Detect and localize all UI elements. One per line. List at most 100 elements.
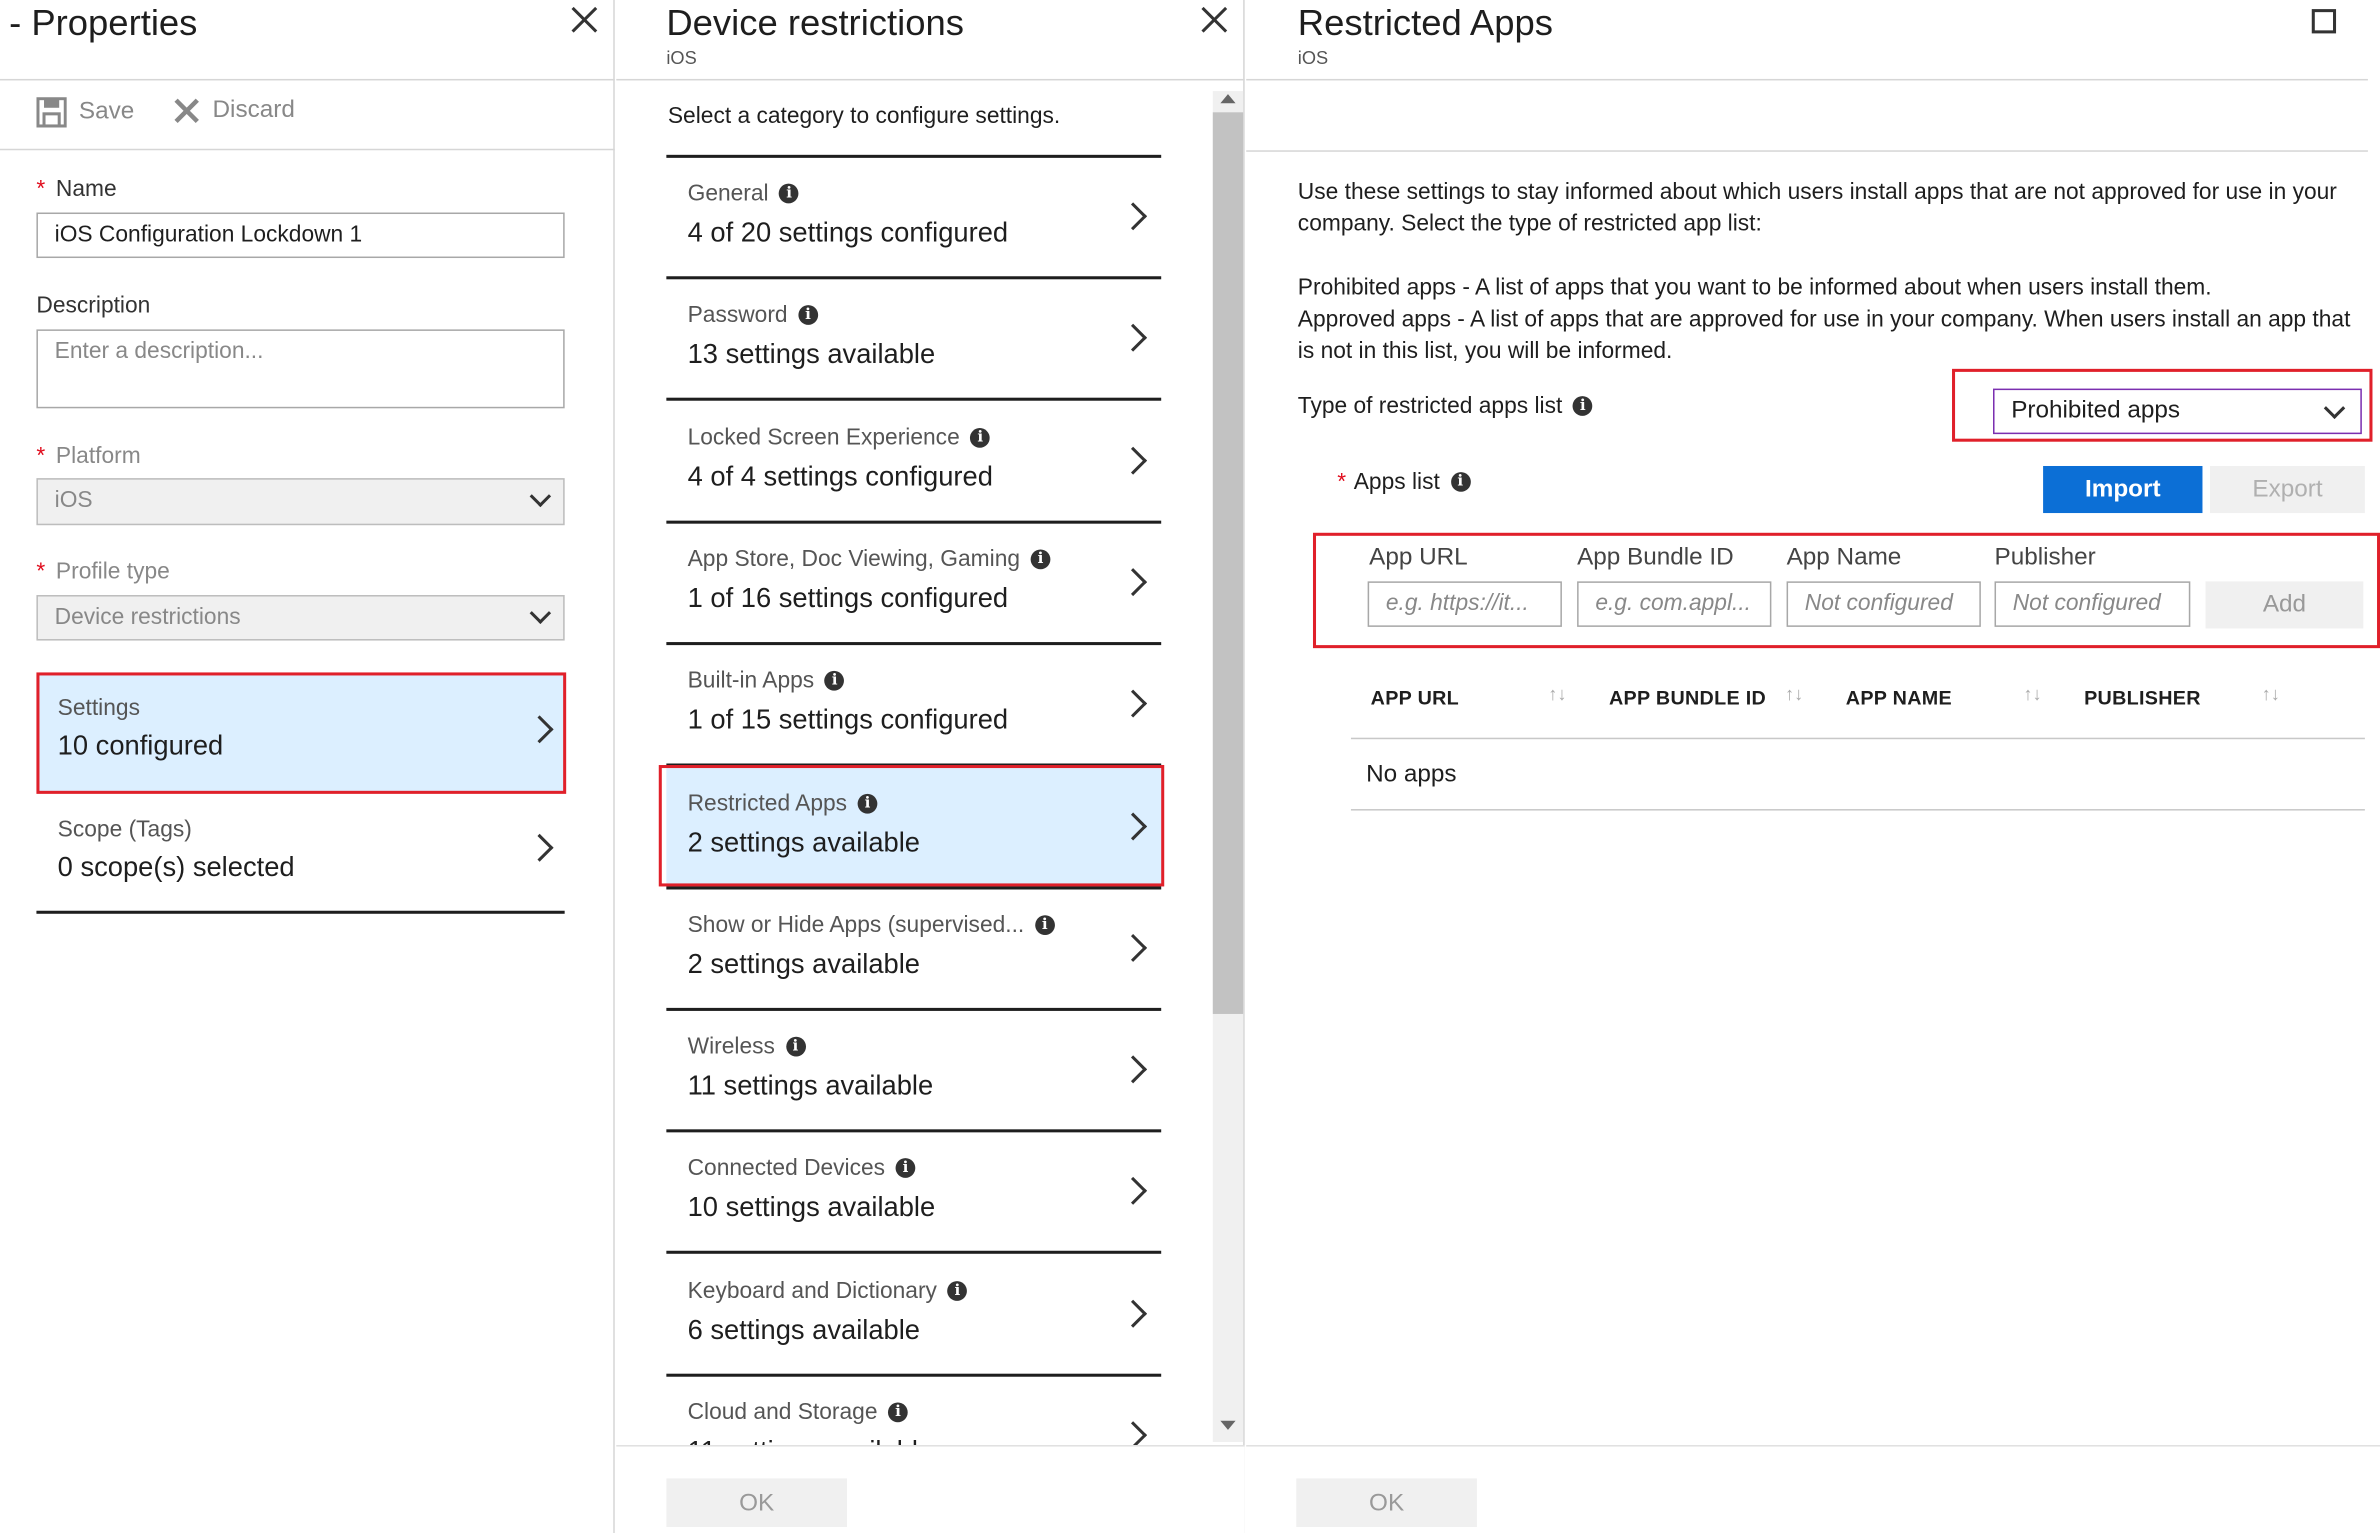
info-icon: i: [824, 671, 845, 691]
scroll-down-icon[interactable]: [1220, 1420, 1236, 1430]
profile-type-value: Device restrictions: [54, 604, 241, 630]
platform-value: iOS: [54, 487, 93, 514]
scroll-up-icon[interactable]: [1220, 94, 1236, 104]
info-icon: i: [798, 305, 818, 326]
category-status: 10 settings available: [687, 1192, 936, 1223]
category-item[interactable]: Built-in Apps i 1 of 15 settings configure…: [666, 645, 1162, 767]
category-name: Cloud and Storage i: [688, 1400, 908, 1425]
save-label: Save: [78, 98, 135, 125]
import-button[interactable]: Import: [2043, 465, 2203, 514]
intro-text: Use these settings to stay informed abou…: [1297, 179, 2337, 237]
ok-button[interactable]: OK: [666, 1478, 847, 1528]
maximize-icon[interactable]: [2311, 9, 2337, 34]
sort-icon[interactable]: ↑↓: [2262, 683, 2280, 704]
chevron-right-icon: [1119, 1299, 1148, 1328]
close-icon[interactable]: [568, 3, 601, 36]
column-header-publisher[interactable]: PUBLISHER: [2084, 686, 2201, 709]
scope-nav-item[interactable]: Scope (Tags) 0 scope(s) selected: [36, 797, 565, 914]
scrollbar-thumb[interactable]: [1212, 112, 1244, 1014]
category-status: 4 of 20 settings configured: [687, 217, 1009, 248]
chevron-right-icon: [1119, 689, 1148, 718]
category-item[interactable]: Wireless i 11 settings available: [666, 1011, 1162, 1133]
type-label: Type of restricted apps list i: [1298, 393, 1593, 419]
description-field[interactable]: Enter a description...: [36, 329, 565, 409]
highlight-box: [1952, 368, 2373, 442]
sort-icon[interactable]: ↑↓: [2023, 683, 2041, 704]
category-name: Connected Devices i: [688, 1156, 916, 1182]
category-status: 1 of 16 settings configured: [687, 582, 1009, 614]
category-status: 2 settings available: [687, 948, 921, 979]
properties-blade: - Properties Save Discard * Name iOS Conf…: [0, 0, 615, 1533]
name-label: * Name: [36, 176, 117, 202]
column-header-app-url[interactable]: APP URL: [1371, 686, 1459, 709]
category-name: General i: [688, 181, 799, 206]
info-icon: i: [1034, 914, 1055, 935]
empty-table-message: No apps: [1366, 761, 1457, 788]
category-item[interactable]: Keyboard and Dictionary i 6 settings avail…: [666, 1255, 1162, 1377]
platform-label: * Platform: [36, 443, 141, 470]
chevron-right-icon: [1119, 324, 1148, 353]
prohibited-description: Prohibited apps - A list of apps that yo…: [1297, 274, 2212, 301]
save-icon: [36, 97, 67, 128]
column-header-app-name[interactable]: APP NAME: [1846, 686, 1952, 709]
category-item[interactable]: App Store, Doc Viewing, Gaming i 1 of 16 s…: [666, 524, 1162, 645]
chevron-right-icon: [1119, 1055, 1148, 1084]
category-name: App Store, Doc Viewing, Gaming i: [688, 546, 1051, 572]
blade-title: Restricted Apps: [1297, 3, 1553, 45]
blade-subtitle: iOS: [1297, 47, 1329, 69]
category-item[interactable]: Connected Devices i 10 settings available: [666, 1133, 1162, 1255]
category-status: 1 of 15 settings configured: [687, 704, 1009, 735]
category-name: Wireless i: [688, 1034, 806, 1060]
chevron-down-icon: [529, 485, 552, 508]
category-name: Keyboard and Dictionary i: [688, 1278, 968, 1303]
discard-icon: [174, 98, 199, 124]
category-name: Password i: [688, 303, 818, 328]
column-header-bundle-id[interactable]: APP BUNDLE ID: [1609, 686, 1766, 709]
category-status: 4 of 4 settings configured: [687, 460, 993, 492]
category-status: 11 settings available: [687, 1070, 934, 1101]
category-status: 6 settings available: [687, 1314, 921, 1345]
category-item[interactable]: General i 4 of 20 settings configured: [666, 158, 1162, 280]
description-label: Description: [36, 292, 151, 319]
chevron-right-icon: [1119, 446, 1148, 475]
scope-value: 0 scope(s) selected: [57, 851, 295, 882]
info-icon: i: [785, 1036, 806, 1057]
category-name: Locked Screen Experience i: [688, 424, 991, 450]
close-icon[interactable]: [1198, 3, 1231, 36]
category-status: 13 settings available: [687, 338, 936, 370]
sort-icon[interactable]: ↑↓: [1548, 683, 1566, 704]
info-icon: i: [1572, 396, 1593, 416]
platform-select[interactable]: iOS: [36, 478, 565, 526]
blade-title: Device restrictions: [666, 3, 964, 45]
profile-type-label: * Profile type: [36, 558, 170, 585]
info-icon: i: [888, 1402, 908, 1423]
chevron-right-icon: [525, 833, 554, 862]
info-icon: i: [947, 1280, 968, 1301]
highlight-box: [1312, 532, 2380, 649]
blade-title: - Properties: [9, 3, 198, 45]
chevron-right-icon: [1119, 567, 1148, 596]
sort-icon[interactable]: ↑↓: [1785, 683, 1803, 704]
category-item[interactable]: Password i 13 settings available: [666, 280, 1162, 402]
save-button[interactable]: Save: [36, 97, 135, 128]
info-icon: i: [895, 1158, 916, 1179]
profile-type-select[interactable]: Device restrictions: [36, 595, 565, 641]
highlight-box: [36, 672, 567, 794]
approved-description: Approved apps - A list of apps that are …: [1297, 306, 2351, 365]
category-name: Show or Hide Apps (supervised... i: [688, 912, 1055, 938]
discard-label: Discard: [212, 97, 295, 123]
category-item[interactable]: Show or Hide Apps (supervised... i 2 setti…: [666, 889, 1162, 1011]
chevron-right-icon: [1119, 933, 1148, 962]
chevron-down-icon: [529, 602, 552, 624]
category-name: Built-in Apps i: [688, 668, 845, 694]
blade-subtitle: iOS: [666, 47, 697, 69]
info-icon: i: [1450, 472, 1471, 492]
discard-button[interactable]: Discard: [173, 97, 295, 124]
info-icon: i: [1030, 549, 1051, 570]
name-field[interactable]: iOS Configuration Lockdown 1: [36, 212, 565, 259]
export-button[interactable]: Export: [2210, 465, 2365, 514]
info-icon: i: [779, 183, 799, 204]
ok-button[interactable]: OK: [1296, 1478, 1477, 1528]
chevron-right-icon: [1119, 1177, 1148, 1206]
category-item[interactable]: Locked Screen Experience i 4 of 4 settings…: [666, 402, 1162, 524]
